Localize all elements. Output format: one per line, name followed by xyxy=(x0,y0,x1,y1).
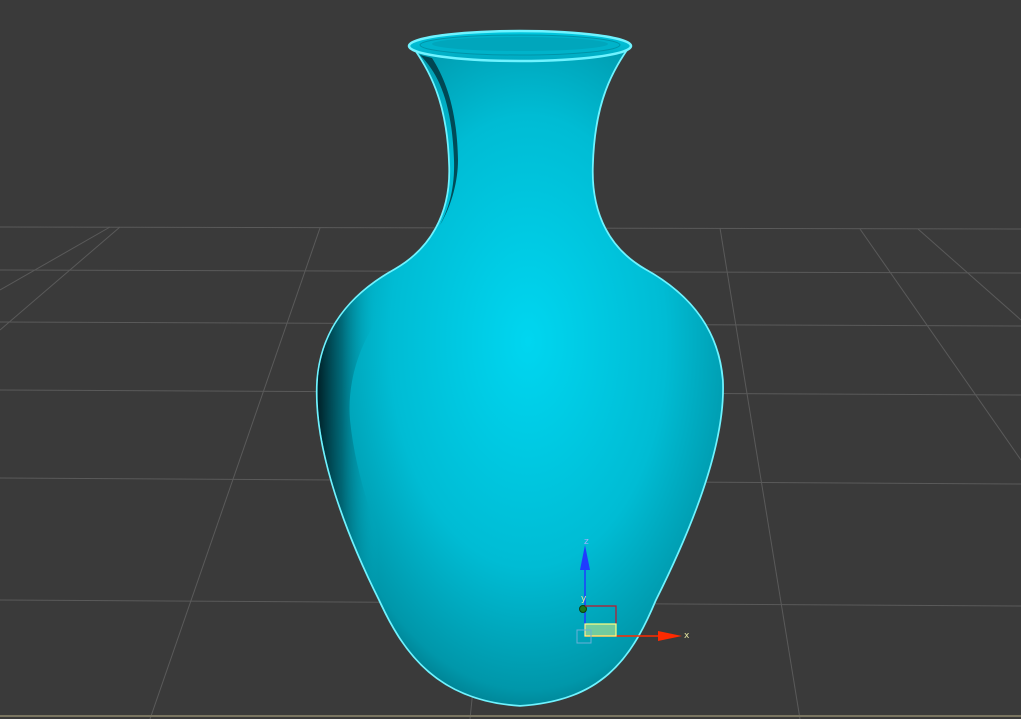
gizmo-y-label: y xyxy=(581,594,587,604)
gizmo-x-label: x xyxy=(684,631,690,641)
viewport-canvas[interactable]: z x y xyxy=(0,0,1021,719)
vase-opening-inner xyxy=(432,37,608,51)
gizmo-x-arrow[interactable] xyxy=(658,631,682,641)
vase-body xyxy=(317,44,723,705)
gizmo-z-label: z xyxy=(584,537,589,547)
perspective-viewport[interactable]: z x y xyxy=(0,0,1021,719)
